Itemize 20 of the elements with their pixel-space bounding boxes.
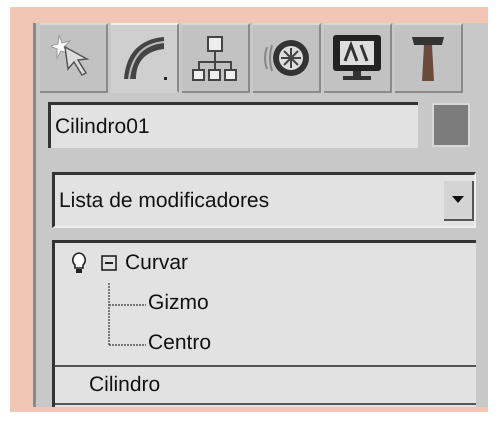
caret-icon xyxy=(452,196,464,203)
name-field[interactable]: Cilindro01 xyxy=(48,102,418,148)
panel-tab[interactable] xyxy=(182,23,250,93)
stack-item[interactable]: Curvar xyxy=(125,251,188,275)
panel-tab[interactable] xyxy=(324,23,392,93)
monitor-icon xyxy=(331,33,383,83)
panel-tab[interactable] xyxy=(395,23,463,93)
sub-object-item[interactable]: Gizmo xyxy=(148,291,209,315)
modifier-dropdown[interactable]: Lista de modificadores xyxy=(52,172,476,228)
hierarchy-icon xyxy=(192,34,238,82)
color-swatch[interactable] xyxy=(432,103,470,147)
dropdown-button[interactable] xyxy=(444,180,474,220)
panel-tab[interactable] xyxy=(253,23,321,93)
sub-object-item[interactable]: Centro xyxy=(148,331,212,355)
base-object-row[interactable]: Cilindro xyxy=(55,365,476,405)
lightbulb-icon[interactable] xyxy=(71,252,87,274)
dropdown-value: Lista de modificadores xyxy=(59,188,270,212)
panel-tab[interactable] xyxy=(40,23,108,93)
collapse-icon[interactable] xyxy=(101,255,117,271)
stack-item[interactable]: Cilindro xyxy=(89,373,160,397)
